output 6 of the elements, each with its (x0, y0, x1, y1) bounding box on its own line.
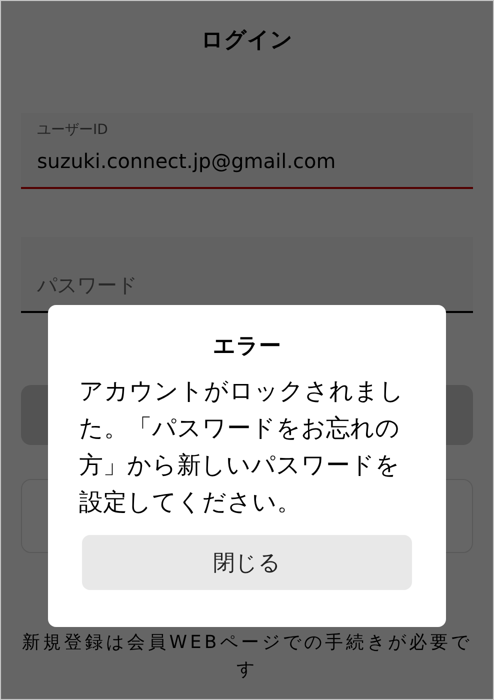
field-label: ユーザーID (37, 121, 108, 139)
close-button[interactable]: 閉じる (82, 535, 412, 590)
signup-note: 新規登録は会員WEBページでの手続きが必要です (21, 631, 473, 682)
dialog-message: アカウントがロックされました。「パスワードをお忘れの方」から新しいパスワードを設定してください。 (79, 376, 405, 518)
page-title: ログイン (201, 27, 293, 55)
dialog-title: エラー (213, 333, 281, 361)
